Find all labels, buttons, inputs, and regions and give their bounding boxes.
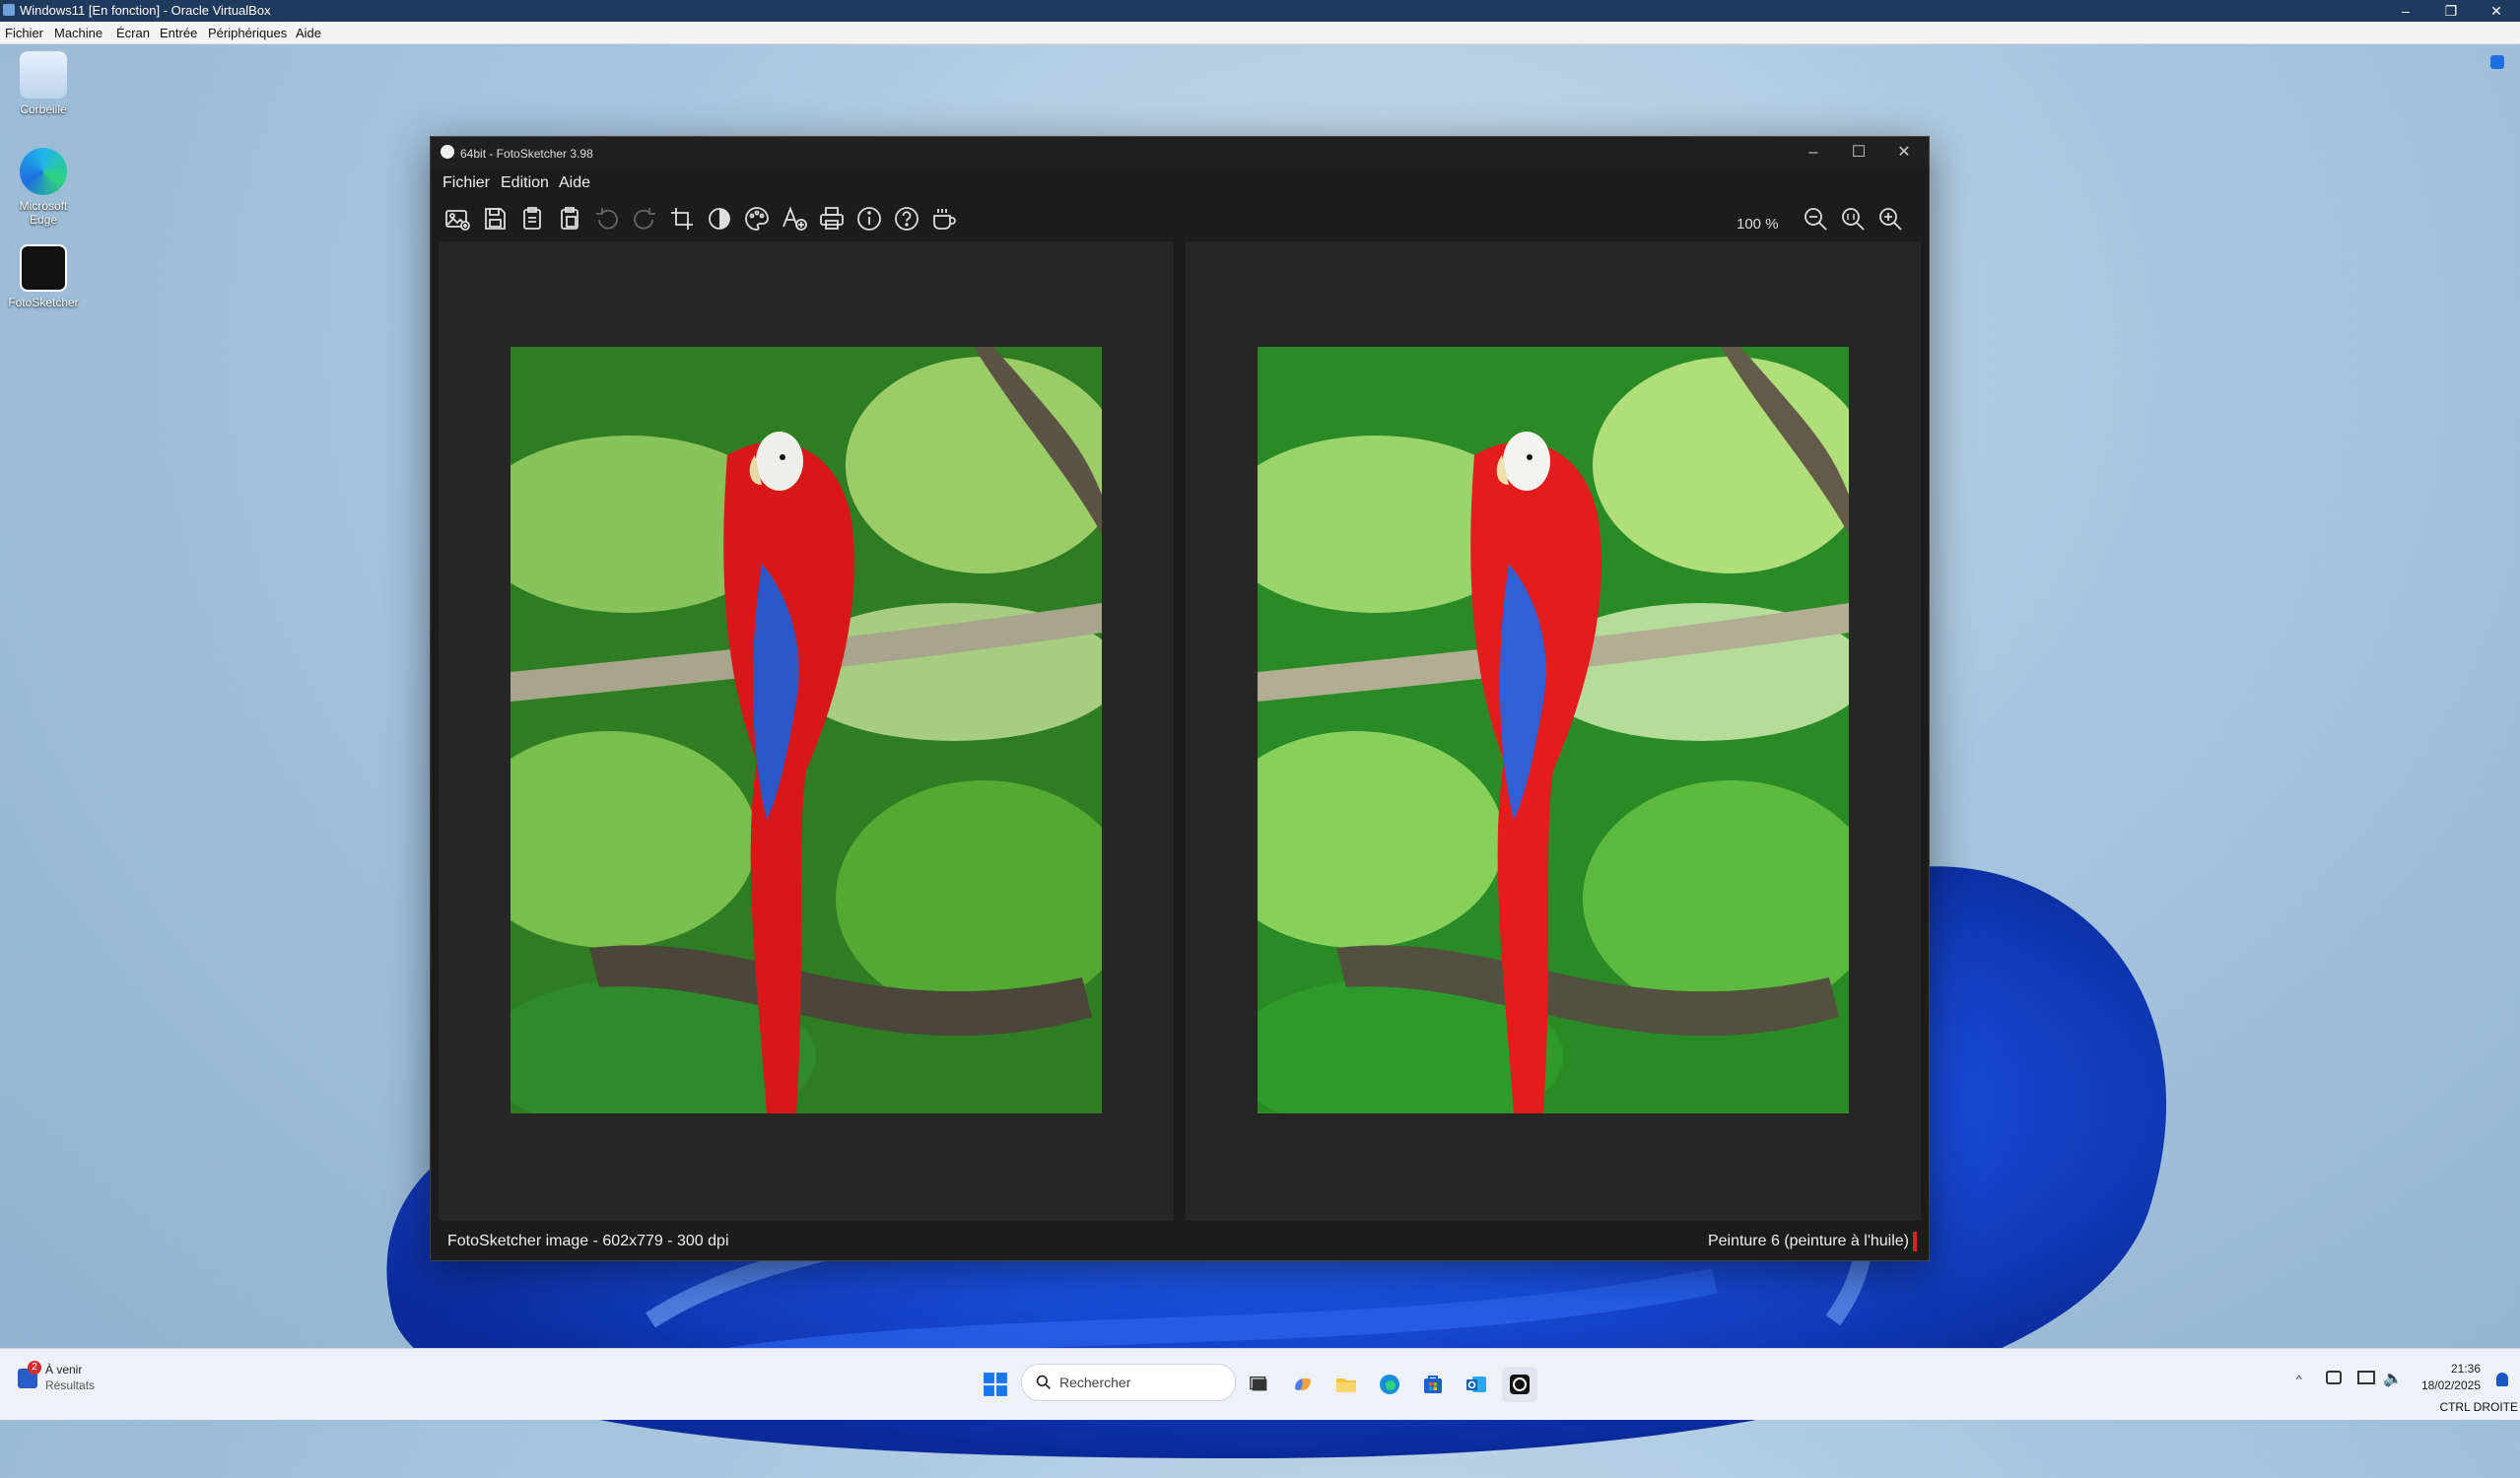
image-info-text: FotoSketcher image - 602x779 - 300 dpi bbox=[447, 1233, 729, 1249]
desktop-icon-recycle-bin[interactable]: Corbeille bbox=[4, 51, 83, 116]
widgets-title: À venir bbox=[45, 1363, 83, 1377]
volume-icon[interactable]: 🔈 bbox=[2383, 1369, 2403, 1388]
store-icon[interactable] bbox=[1415, 1367, 1451, 1402]
open-image-icon[interactable] bbox=[443, 204, 472, 234]
edge-icon bbox=[20, 148, 67, 195]
host-window-title: Windows11 [En fonction] - Oracle Virtual… bbox=[20, 3, 271, 18]
widgets-badge: 2 bbox=[28, 1361, 41, 1375]
donate-coffee-icon[interactable] bbox=[929, 204, 959, 234]
add-text-icon[interactable] bbox=[780, 204, 809, 234]
search-icon bbox=[1036, 1375, 1051, 1389]
notification-bell-icon[interactable] bbox=[2496, 1373, 2508, 1386]
host-menu-fichier[interactable]: Fichier bbox=[5, 26, 43, 40]
desktop-icon-edge[interactable]: Microsoft Edge bbox=[4, 148, 83, 227]
app-maximize-button[interactable]: ☐ bbox=[1836, 137, 1881, 168]
host-key-indicator: CTRL DROITE bbox=[2439, 1400, 2518, 1414]
zoom-in-icon[interactable] bbox=[1875, 204, 1905, 234]
outlook-icon[interactable] bbox=[1459, 1367, 1494, 1402]
fotosketcher-app-icon bbox=[441, 145, 454, 159]
show-hidden-icons-icon[interactable]: ^ bbox=[2296, 1373, 2302, 1386]
edge-taskbar-icon[interactable] bbox=[1372, 1367, 1407, 1402]
crop-icon[interactable] bbox=[667, 204, 697, 234]
app-title-bar: 64bit - FotoSketcher 3.98 – ☐ ✕ bbox=[431, 137, 1929, 168]
host-menu-bar: Fichier Machine Écran Entrée Périphériqu… bbox=[0, 22, 2520, 44]
taskbar-search-box[interactable]: Rechercher bbox=[1021, 1364, 1236, 1401]
help-icon[interactable] bbox=[892, 204, 921, 234]
host-close-button[interactable]: ✕ bbox=[2474, 0, 2519, 22]
desktop-icon-label: FotoSketcher bbox=[8, 296, 79, 309]
result-image[interactable] bbox=[1258, 347, 1849, 1113]
file-explorer-icon[interactable] bbox=[1328, 1367, 1364, 1402]
desktop-icon-fotosketcher[interactable]: FotoSketcher bbox=[4, 244, 83, 309]
app-menu-fichier[interactable]: Fichier bbox=[443, 174, 490, 192]
copilot-icon[interactable] bbox=[1285, 1367, 1321, 1402]
paste-icon[interactable] bbox=[555, 204, 584, 234]
app-status-bar: FotoSketcher image - 602x779 - 300 dpi P… bbox=[431, 1221, 1929, 1260]
result-image-pane bbox=[1186, 241, 1921, 1221]
zoom-level: 100 % bbox=[1737, 216, 1779, 233]
zoom-out-icon[interactable] bbox=[1801, 204, 1830, 234]
host-menu-entree[interactable]: Entrée bbox=[160, 26, 197, 40]
desktop-icon-label: Corbeille bbox=[20, 102, 67, 116]
app-toolbar: 100 % bbox=[431, 198, 1929, 239]
host-minimize-button[interactable]: – bbox=[2383, 0, 2428, 22]
progress-indicator bbox=[1913, 1232, 1917, 1251]
clock-date: 18/02/2025 bbox=[2420, 1378, 2481, 1392]
desktop-icon-label: Microsoft Edge bbox=[19, 199, 68, 227]
fotosketcher-icon bbox=[20, 244, 67, 292]
start-button[interactable] bbox=[978, 1367, 1013, 1402]
task-view-icon[interactable] bbox=[1242, 1367, 1277, 1402]
app-menu-edition[interactable]: Edition bbox=[501, 174, 549, 192]
contrast-icon[interactable] bbox=[705, 204, 734, 234]
copy-to-clipboard-icon[interactable] bbox=[517, 204, 547, 234]
host-menu-aide[interactable]: Aide bbox=[296, 26, 321, 40]
host-menu-machine[interactable]: Machine bbox=[54, 26, 102, 40]
zoom-actual-size-icon[interactable] bbox=[1838, 204, 1868, 234]
display-icon[interactable] bbox=[2357, 1371, 2375, 1384]
host-menu-peripheriques[interactable]: Périphériques bbox=[208, 26, 287, 40]
notification-badge-icon[interactable] bbox=[2490, 55, 2504, 69]
print-icon[interactable] bbox=[817, 204, 847, 234]
effect-name-text: Peinture 6 (peinture à l'huile) bbox=[1707, 1233, 1909, 1249]
original-image-pane bbox=[439, 241, 1174, 1221]
taskbar-clock[interactable]: 21:36 18/02/2025 bbox=[2421, 1361, 2481, 1394]
app-menu-aide[interactable]: Aide bbox=[559, 174, 590, 192]
clock-time: 21:36 bbox=[2450, 1362, 2481, 1376]
search-placeholder: Rechercher bbox=[1059, 1375, 1131, 1390]
widgets-subtitle: Résultats bbox=[45, 1378, 96, 1392]
info-icon[interactable] bbox=[854, 204, 884, 234]
palette-icon[interactable] bbox=[742, 204, 772, 234]
redo-icon bbox=[630, 204, 659, 234]
network-icon[interactable] bbox=[2326, 1371, 2342, 1384]
taskbar: 2 À venir Résultats Rechercher ^ 🔈 21:36… bbox=[0, 1348, 2520, 1420]
virtualbox-icon bbox=[3, 4, 15, 16]
app-close-button[interactable]: ✕ bbox=[1881, 137, 1927, 168]
host-menu-ecran[interactable]: Écran bbox=[116, 26, 150, 40]
fotosketcher-taskbar-icon[interactable] bbox=[1502, 1367, 1537, 1402]
app-window-title: 64bit - FotoSketcher 3.98 bbox=[460, 147, 593, 161]
app-minimize-button[interactable]: – bbox=[1791, 137, 1836, 168]
save-icon[interactable] bbox=[480, 204, 510, 234]
original-image[interactable] bbox=[511, 347, 1102, 1113]
recycle-bin-icon bbox=[20, 51, 67, 99]
fotosketcher-window: 64bit - FotoSketcher 3.98 – ☐ ✕ Fichier … bbox=[430, 136, 1930, 1261]
host-restore-button[interactable]: ❐ bbox=[2428, 0, 2474, 22]
host-title-bar: Windows11 [En fonction] - Oracle Virtual… bbox=[0, 0, 2520, 22]
undo-icon bbox=[592, 204, 622, 234]
